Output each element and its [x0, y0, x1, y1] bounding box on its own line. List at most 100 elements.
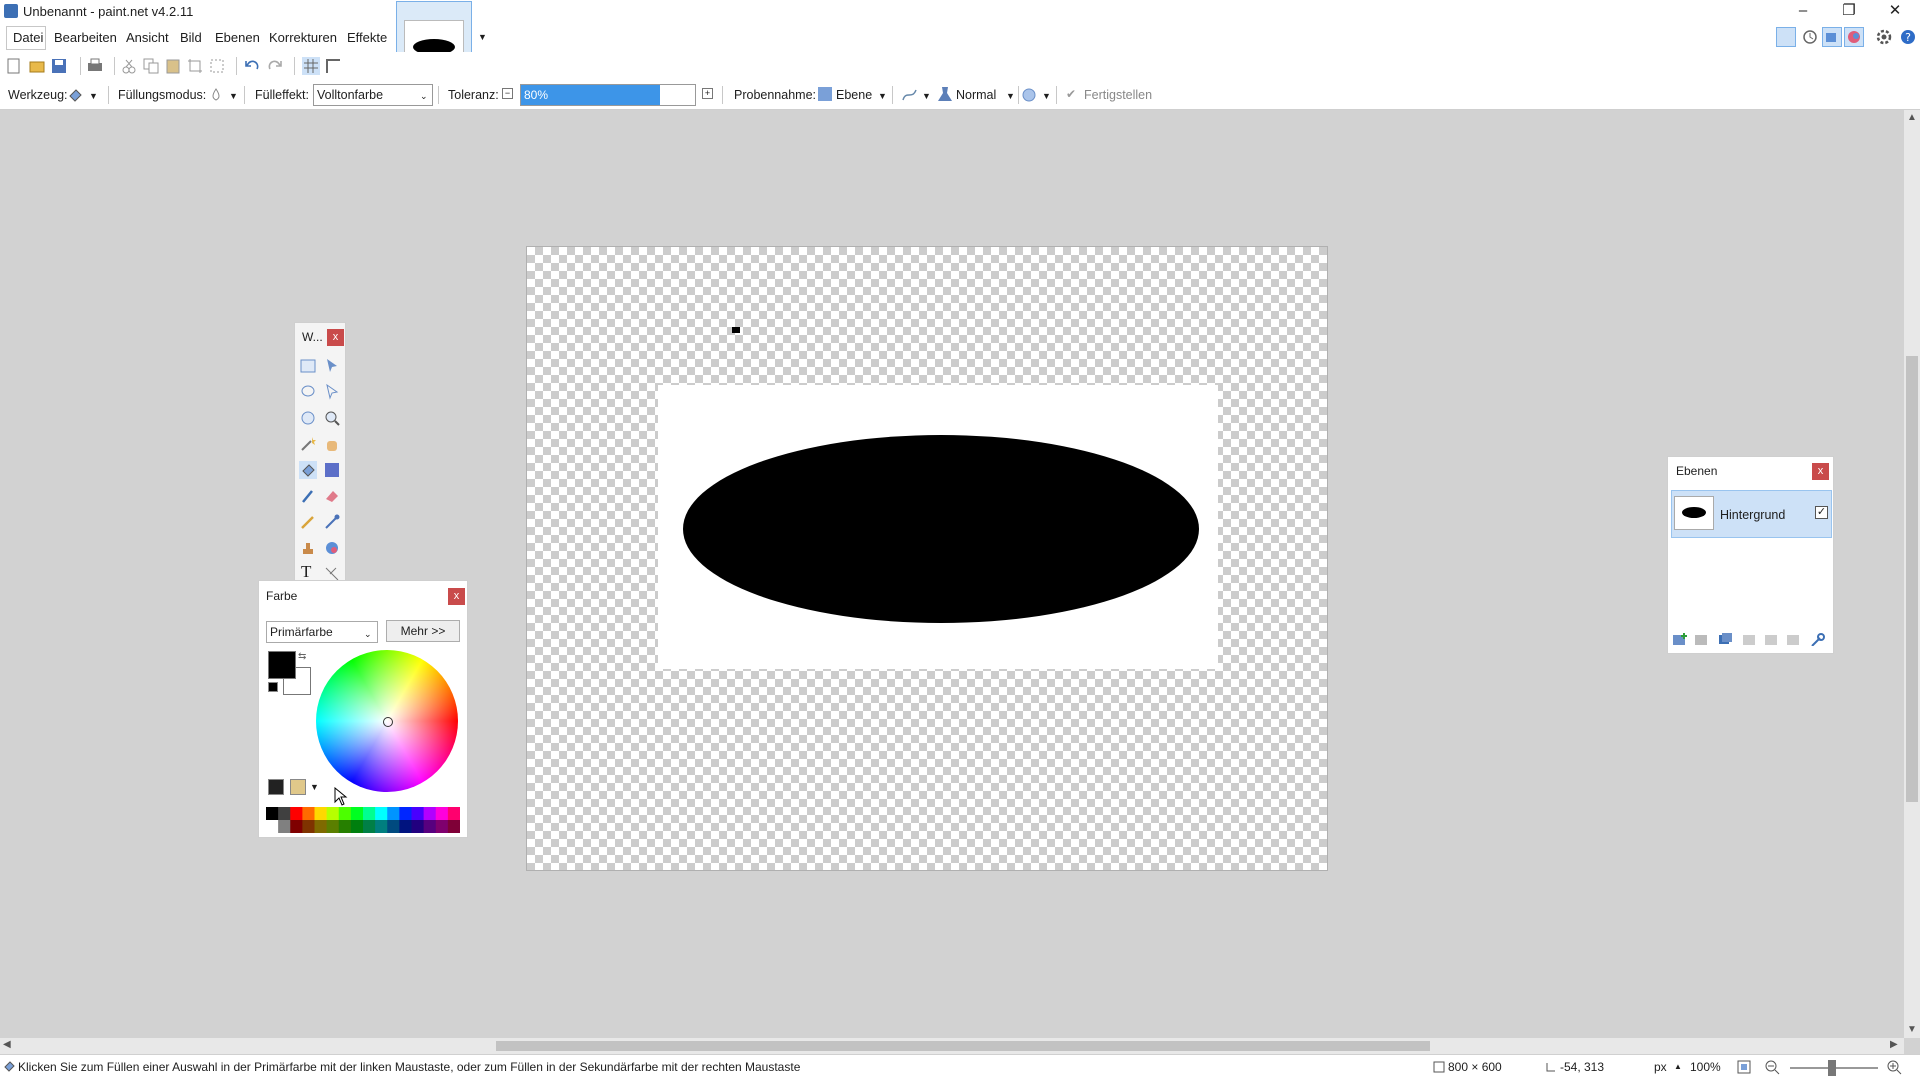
move-layer-up-icon[interactable]	[1764, 632, 1780, 646]
vertical-scroll-thumb[interactable]	[1906, 356, 1918, 802]
merge-layer-down-icon[interactable]	[1742, 632, 1758, 646]
paint-bucket-tool-icon[interactable]	[299, 461, 317, 479]
copy-icon[interactable]	[142, 57, 160, 75]
palette-swatch[interactable]	[411, 807, 425, 820]
palette-swatch[interactable]	[302, 820, 315, 833]
primary-color-swatch[interactable]	[268, 651, 296, 679]
palette-swatch[interactable]	[350, 807, 364, 820]
restore-button[interactable]: ❐	[1826, 0, 1872, 24]
palette-swatch[interactable]	[326, 820, 340, 833]
scroll-down-arrow-icon[interactable]: ▼	[1907, 1024, 1917, 1035]
new-image-icon[interactable]	[5, 57, 23, 75]
finish-button[interactable]: Fertigstellen	[1084, 88, 1152, 102]
tolerance-minus-icon[interactable]: −	[502, 88, 513, 99]
palette-options-icon[interactable]	[290, 779, 306, 795]
open-folder-icon[interactable]	[28, 57, 46, 75]
lasso-select-tool-icon[interactable]	[299, 383, 317, 401]
fill-mode-chevron-icon[interactable]: ▼	[229, 91, 238, 101]
layer-properties-icon[interactable]	[1810, 632, 1826, 646]
palette-swatch[interactable]	[447, 807, 460, 820]
duplicate-layer-icon[interactable]	[1718, 632, 1734, 646]
pan-hand-tool-icon[interactable]	[323, 435, 341, 453]
delete-layer-icon[interactable]	[1694, 632, 1710, 646]
paintbrush-tool-icon[interactable]	[299, 487, 317, 505]
zoom-in-icon[interactable]	[1886, 1059, 1902, 1075]
antialiasing-chevron-icon[interactable]: ▼	[922, 91, 931, 101]
menu-bild[interactable]: Bild	[180, 30, 202, 45]
text-tool-icon[interactable]: T	[301, 562, 319, 581]
palette-swatch[interactable]	[302, 807, 315, 820]
save-icon[interactable]	[50, 57, 68, 75]
blend-mode-icon[interactable]	[936, 85, 954, 103]
palette-swatch[interactable]	[423, 820, 437, 833]
palette-swatch[interactable]	[278, 807, 291, 820]
palette-swatch[interactable]	[290, 807, 303, 820]
close-button[interactable]: ✕	[1872, 0, 1918, 24]
palette-swatch[interactable]	[314, 807, 328, 820]
menu-bearbeiten[interactable]: Bearbeiten	[54, 30, 117, 45]
clone-stamp-tool-icon[interactable]	[299, 539, 317, 557]
color-palette[interactable]	[266, 807, 460, 833]
palette-swatch[interactable]	[375, 820, 388, 833]
print-icon[interactable]	[86, 57, 104, 75]
palette-swatch[interactable]	[350, 820, 364, 833]
move-selection-tool-icon[interactable]	[323, 357, 341, 375]
palette-swatch[interactable]	[266, 820, 279, 833]
sampling-layer-icon[interactable]	[818, 87, 832, 101]
tools-toggle-icon[interactable]	[1776, 27, 1796, 47]
zoom-level[interactable]: 100%	[1690, 1060, 1721, 1074]
fill-effect-chevron-icon[interactable]: ⌄	[420, 91, 428, 102]
move-layer-down-icon[interactable]	[1786, 632, 1802, 646]
magic-wand-tool-icon[interactable]	[299, 435, 317, 453]
layers-window-close-button[interactable]: x	[1812, 463, 1829, 480]
menu-datei[interactable]: Datei	[13, 30, 43, 45]
palette-chevron-icon[interactable]: ▼	[310, 782, 319, 792]
palette-swatch[interactable]	[290, 820, 303, 833]
palette-swatch[interactable]	[411, 820, 425, 833]
palette-swatch[interactable]	[375, 807, 388, 820]
zoom-tool-icon[interactable]	[323, 409, 341, 427]
scroll-right-arrow-icon[interactable]: ▶	[1890, 1039, 1898, 1050]
move-selected-tool-icon[interactable]	[323, 383, 341, 401]
layer-visibility-checkbox[interactable]: ✓	[1815, 506, 1828, 519]
alpha-mode-chevron-icon[interactable]: ▼	[1042, 91, 1051, 101]
palette-swatch[interactable]	[338, 820, 352, 833]
minimize-button[interactable]: –	[1780, 0, 1826, 24]
palette-swatch[interactable]	[278, 820, 291, 833]
color-target-chevron-icon[interactable]: ⌄	[364, 629, 372, 640]
zoom-out-icon[interactable]	[1764, 1059, 1780, 1075]
reset-colors-icon[interactable]	[268, 682, 278, 692]
blend-mode-value[interactable]: Normal	[956, 88, 996, 102]
add-layer-icon[interactable]	[1672, 632, 1688, 646]
palette-swatch[interactable]	[399, 807, 412, 820]
ellipse-select-tool-icon[interactable]	[299, 409, 317, 427]
menu-ebenen[interactable]: Ebenen	[215, 30, 260, 45]
paint-bucket-tool-icon[interactable]	[66, 86, 86, 104]
horizontal-scroll-thumb[interactable]	[496, 1041, 1430, 1051]
palette-swatch[interactable]	[363, 820, 376, 833]
scroll-left-arrow-icon[interactable]: ◀	[3, 1039, 11, 1050]
cut-icon[interactable]	[120, 57, 138, 75]
palette-swatch[interactable]	[314, 820, 328, 833]
menu-effekte[interactable]: Effekte	[347, 30, 387, 45]
crop-icon[interactable]	[186, 57, 204, 75]
palette-swatch[interactable]	[435, 807, 449, 820]
help-icon[interactable]: ?	[1898, 27, 1918, 47]
colors-window-close-button[interactable]: x	[448, 588, 465, 605]
palette-swatch[interactable]	[447, 820, 460, 833]
palette-swatch[interactable]	[363, 807, 376, 820]
tool-dropdown-chevron-icon[interactable]: ▼	[89, 91, 98, 101]
antialiasing-icon[interactable]	[900, 86, 920, 104]
palette-swatch[interactable]	[266, 807, 279, 820]
settings-gear-icon[interactable]	[1874, 27, 1894, 47]
palette-swatch[interactable]	[423, 807, 437, 820]
zoom-to-window-icon[interactable]	[1736, 1059, 1752, 1075]
tab-list-chevron-icon[interactable]: ▼	[478, 32, 487, 42]
eraser-tool-icon[interactable]	[323, 487, 341, 505]
zoom-slider-knob[interactable]	[1828, 1060, 1836, 1076]
colors-toggle-icon[interactable]	[1844, 27, 1864, 47]
history-icon[interactable]	[1800, 27, 1820, 47]
fill-mode-flood-icon[interactable]	[208, 86, 224, 104]
color-picker-tool-icon[interactable]	[323, 513, 341, 531]
recolor-tool-icon[interactable]	[323, 539, 341, 557]
